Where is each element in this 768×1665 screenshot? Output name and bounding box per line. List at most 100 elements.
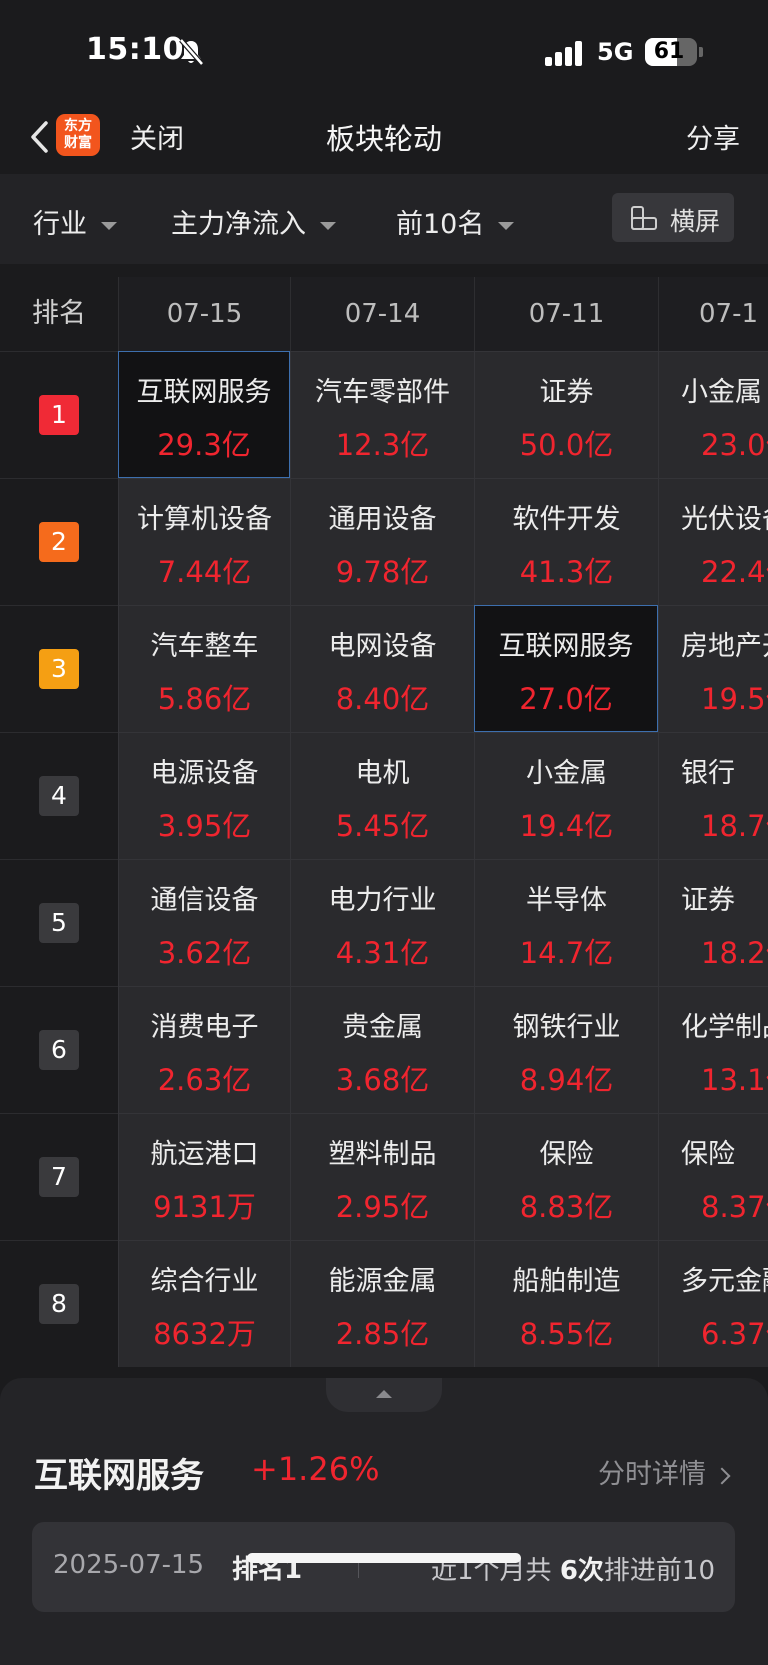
sector-cell[interactable]: 小金属 19.4亿 (474, 732, 658, 859)
sector-cell[interactable]: 船舶制造 8.55亿 (474, 1240, 658, 1367)
sector-name-text: 软件开发 (512, 504, 621, 535)
rank-badge: 1 (39, 395, 79, 435)
summary-suffix: 排进前10 (603, 1556, 715, 1586)
metric-filter-label: 主力净流入 (171, 209, 306, 240)
status-time: 15:10 (86, 32, 184, 67)
rank-badge: 4 (39, 776, 79, 816)
net-inflow-value: 12.3亿 (335, 428, 430, 462)
summary-date: 2025-07-15 (53, 1550, 205, 1580)
sector-cell[interactable]: 保险 8.37亿 (658, 1113, 768, 1240)
intraday-detail-link[interactable]: 分时详情 (598, 1452, 731, 1491)
sector-cell[interactable]: 互联网服务 29.3亿 (118, 351, 290, 478)
sector-cell[interactable]: 证券 50.0亿 (474, 351, 658, 478)
metric-filter-dropdown[interactable]: 主力净流入 (171, 202, 336, 241)
sector-name-text: 房地产开发 (681, 631, 768, 662)
net-inflow-value: 8.55亿 (519, 1317, 614, 1351)
rank-cell: 8 (0, 1240, 118, 1367)
sector-cell[interactable]: 电网设备 8.40亿 (290, 605, 474, 732)
net-inflow-value: 8.83亿 (519, 1190, 614, 1224)
net-inflow-value: 22.4亿 (701, 555, 768, 589)
net-inflow-value: 8.40亿 (335, 682, 430, 716)
net-inflow-value: 9131万 (153, 1190, 256, 1224)
net-inflow-value: 7.44亿 (157, 555, 252, 589)
top-n-filter-dropdown[interactable]: 前10名 (396, 202, 515, 241)
sector-cell[interactable]: 汽车零部件 12.3亿 (290, 351, 474, 478)
sector-cell[interactable]: 银行 18.7亿 (658, 732, 768, 859)
sector-cell[interactable]: 电源设备 3.95亿 (118, 732, 290, 859)
sector-cell[interactable]: 保险 8.83亿 (474, 1113, 658, 1240)
sector-name-text: 化学制品 (681, 1012, 768, 1043)
net-inflow-value: 29.3亿 (157, 428, 251, 462)
sector-name-text: 半导体 (526, 885, 607, 916)
sector-cell[interactable]: 消费电子 2.63亿 (118, 986, 290, 1113)
signal-icon (545, 40, 585, 66)
sector-name-text: 小金属 (681, 377, 762, 408)
net-inflow-value: 50.0亿 (519, 428, 614, 462)
sector-cell[interactable]: 半导体 14.7亿 (474, 859, 658, 986)
sector-cell[interactable]: 汽车整车 5.86亿 (118, 605, 290, 732)
net-inflow-value: 41.3亿 (519, 555, 614, 589)
sector-name-text: 电源设备 (150, 758, 259, 789)
sector-cell[interactable]: 多元金融 6.37亿 (658, 1240, 768, 1367)
net-inflow-value: 3.62亿 (157, 936, 252, 970)
rank-badge: 5 (39, 903, 79, 943)
rank-cell: 7 (0, 1113, 118, 1240)
sector-name-text: 计算机设备 (137, 504, 272, 535)
rank-cell: 5 (0, 859, 118, 986)
sector-cell[interactable]: 光伏设备 22.4亿 (658, 478, 768, 605)
sector-name-text: 贵金属 (342, 1012, 423, 1043)
date-header: 07-14 (290, 277, 474, 351)
industry-filter-dropdown[interactable]: 行业 (33, 202, 117, 241)
net-inflow-value: 4.31亿 (335, 936, 430, 970)
industry-filter-label: 行业 (33, 209, 87, 240)
sector-name-text: 多元金融 (681, 1266, 768, 1297)
sector-cell[interactable]: 房地产开发 19.5亿 (658, 605, 768, 732)
sector-name-text: 互联网服务 (498, 631, 634, 662)
sector-cell[interactable]: 互联网服务 27.0亿 (474, 605, 658, 732)
network-type: 5G (597, 38, 634, 66)
sector-cell[interactable]: 能源金属 2.85亿 (290, 1240, 474, 1367)
battery-level: 61 (653, 39, 685, 64)
sector-cell[interactable]: 通信设备 3.62亿 (118, 859, 290, 986)
landscape-button[interactable]: 横屏 (612, 193, 734, 242)
sector-name-text: 汽车零部件 (315, 377, 450, 408)
sector-name-text: 船舶制造 (512, 1266, 621, 1297)
sheet-handle[interactable] (326, 1378, 442, 1412)
net-inflow-value: 18.7亿 (701, 809, 768, 843)
sector-cell[interactable]: 计算机设备 7.44亿 (118, 478, 290, 605)
net-inflow-value: 18.2亿 (701, 936, 768, 970)
sector-cell[interactable]: 电机 5.45亿 (290, 732, 474, 859)
sector-cell[interactable]: 电力行业 4.31亿 (290, 859, 474, 986)
chevron-right-icon (713, 1467, 731, 1484)
share-button[interactable]: 分享 (686, 117, 740, 156)
rotation-table: 排名 07-15 07-14 07-11 07-1 1 2 3 4 5 6 7 8 互联网服务 29.3亿… (0, 277, 768, 1377)
sector-name-text: 保险 (539, 1139, 594, 1170)
sector-cell[interactable]: 化学制品 13.1亿 (658, 986, 768, 1113)
summary-box: 2025-07-15 排名1 近1个月共 6次排进前10 (32, 1522, 735, 1612)
net-inflow-value: 27.0亿 (519, 682, 613, 716)
sector-cell[interactable]: 钢铁行业 8.94亿 (474, 986, 658, 1113)
sector-name-text: 钢铁行业 (512, 1012, 621, 1043)
sector-cell[interactable]: 证券 18.2亿 (658, 859, 768, 986)
rank-cell: 2 (0, 478, 118, 605)
intraday-detail-label: 分时详情 (598, 1459, 706, 1490)
sector-name-text: 证券 (681, 885, 735, 916)
sector-cell[interactable]: 小金属 23.0亿 (658, 351, 768, 478)
sector-cell[interactable]: 航运港口 9131万 (118, 1113, 290, 1240)
caret-down-icon (320, 221, 336, 230)
sector-cell[interactable]: 软件开发 41.3亿 (474, 478, 658, 605)
net-inflow-value: 23.0亿 (701, 428, 768, 462)
detail-sheet: 互联网服务 +1.26% 分时详情 2025-07-15 排名1 近1个月共 6… (0, 1378, 768, 1665)
sector-cell[interactable]: 综合行业 8632万 (118, 1240, 290, 1367)
rank-badge: 3 (39, 649, 79, 689)
sector-name-text: 电网设备 (328, 631, 437, 662)
sector-cell[interactable]: 通用设备 9.78亿 (290, 478, 474, 605)
landscape-label: 横屏 (670, 207, 721, 236)
sector-cell[interactable]: 贵金属 3.68亿 (290, 986, 474, 1113)
sector-cell[interactable]: 塑料制品 2.95亿 (290, 1113, 474, 1240)
net-inflow-value: 2.95亿 (335, 1190, 430, 1224)
net-inflow-value: 19.4亿 (519, 809, 614, 843)
date-header: 07-1 (658, 277, 768, 351)
sector-name-text: 电机 (355, 758, 410, 789)
caret-down-icon (101, 221, 117, 230)
